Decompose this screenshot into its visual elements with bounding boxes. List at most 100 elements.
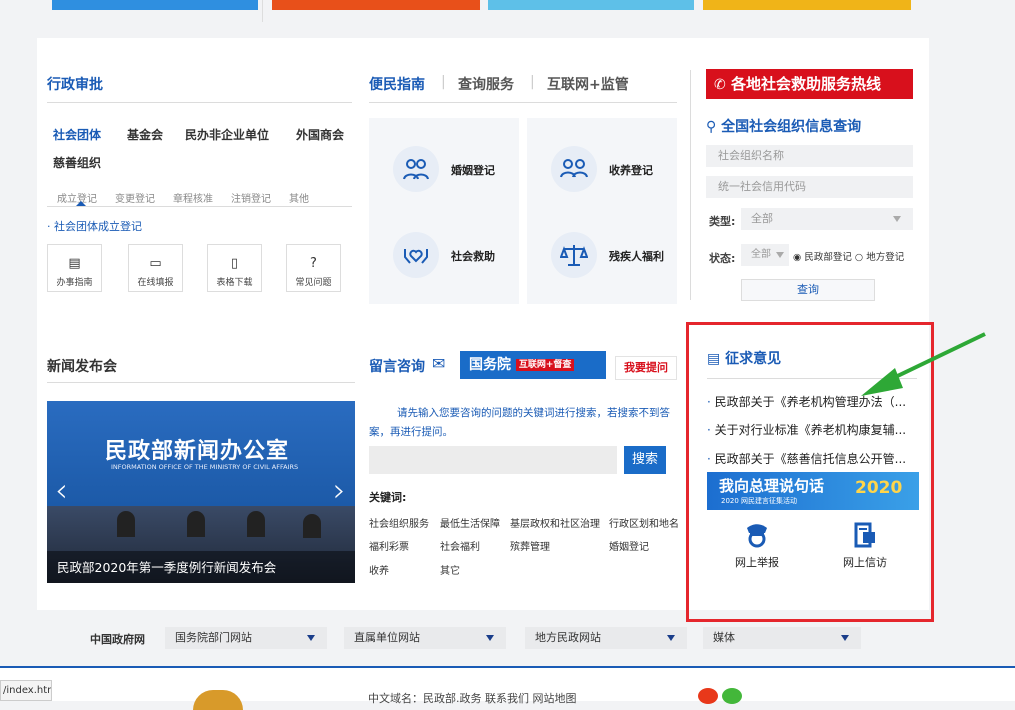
chevron-down-icon <box>841 635 849 641</box>
search-icon: ⚲ <box>706 119 717 135</box>
subtab-indicator <box>76 201 86 206</box>
consult-prompt: 请先输入您要咨询的问题的关键词进行搜索，若搜索不到答案，再进行提问。 <box>369 407 670 438</box>
credit-code-input[interactable]: 统一社会信用代码 <box>706 176 913 198</box>
chevron-down-icon <box>307 635 315 641</box>
status-select[interactable]: 全部 <box>741 244 789 266</box>
top-banner-3[interactable] <box>488 0 694 10</box>
divider <box>369 102 677 103</box>
dropdown-media[interactable]: 媒体 <box>703 627 861 649</box>
action-online-fill[interactable]: ▭ 在线填报 <box>128 244 183 292</box>
admin-title: 行政审批 <box>47 77 103 93</box>
status-url: /index.htm <box>0 680 52 701</box>
adoption-icon <box>551 146 597 192</box>
admin-link[interactable]: · 社会团体成立登记 <box>47 218 142 234</box>
person-figure <box>117 511 135 537</box>
tab-query-service[interactable]: 查询服务 <box>458 74 514 94</box>
radio-local[interactable]: ○ <box>855 252 863 263</box>
type-label: 类型: <box>709 215 736 228</box>
org-query-title: ⚲ 全国社会组织信息查询 <box>706 119 862 135</box>
ask-question-button[interactable]: 我要提问 <box>615 356 677 380</box>
divider <box>262 0 263 22</box>
keywords-label: 关键词: <box>369 491 407 504</box>
action-form-download[interactable]: ▯ 表格下载 <box>207 244 262 292</box>
subtab-cancel[interactable]: 注销登记 <box>231 190 271 205</box>
carousel-next-icon[interactable]: › <box>333 471 346 509</box>
service-disability-welfare[interactable]: 残疾人福利 <box>527 204 677 304</box>
question-icon: ? <box>310 256 317 271</box>
keyword-link[interactable]: 基层政权和社区治理 <box>510 515 600 530</box>
heart-hands-icon <box>393 232 439 278</box>
category-social-group[interactable]: 社会团体 <box>53 126 101 143</box>
arrow-annotation-icon <box>861 332 986 396</box>
press-photo[interactable]: 民政部新闻办公室 INFORMATION OFFICE OF THE MINIS… <box>47 401 355 583</box>
press-screen-title: 民政部新闻办公室 <box>105 439 290 464</box>
consult-search-input[interactable] <box>369 446 617 474</box>
divider <box>47 102 352 103</box>
subtab-other[interactable]: 其他 <box>289 190 309 205</box>
org-name-input[interactable]: 社会组织名称 <box>706 145 913 167</box>
keyword-link[interactable]: 行政区划和地名 <box>609 515 679 530</box>
wechat-icon[interactable] <box>722 688 742 704</box>
footer-links[interactable]: 中文域名：民政部.政务 联系我们 网站地图 <box>368 690 577 706</box>
tab-convenience-guide[interactable]: 便民指南 <box>369 74 425 94</box>
action-guide[interactable]: ▤ 办事指南 <box>47 244 102 292</box>
category-foundation[interactable]: 基金会 <box>127 126 163 143</box>
keyword-link[interactable]: 社会组织服务 <box>369 515 429 530</box>
divider <box>47 382 355 383</box>
keyword-link[interactable]: 社会福利 <box>440 538 480 553</box>
top-banner-4[interactable] <box>703 0 911 10</box>
service-social-relief[interactable]: 社会救助 <box>369 204 519 304</box>
gov-supervision-banner[interactable]: 国务院 互联网+督查 <box>460 351 606 379</box>
chevron-down-icon <box>486 635 494 641</box>
main-panel: 行政审批 社会团体 基金会 民办非企业单位 外国商会 慈善组织 成立登记 变更登… <box>37 38 934 646</box>
hotline-banner[interactable]: ✆ 各地社会救助服务热线 <box>706 69 913 99</box>
marriage-icon <box>393 146 439 192</box>
carousel-prev-icon[interactable]: ‹ <box>55 471 68 509</box>
keyword-link[interactable]: 其它 <box>440 562 460 577</box>
divider <box>690 70 691 300</box>
category-foreign-chamber[interactable]: 外国商会 <box>296 126 344 143</box>
download-icon: ▯ <box>230 256 239 271</box>
press-caption: 民政部2020年第一季度例行新闻发布会 <box>57 560 277 575</box>
monitor-icon: ▭ <box>149 256 162 271</box>
query-button[interactable]: 查询 <box>741 279 875 301</box>
type-select[interactable]: 全部 <box>741 208 913 230</box>
action-faq[interactable]: ? 常见问题 <box>286 244 341 292</box>
press-screen-subtitle: INFORMATION OFFICE OF THE MINISTRY OF CI… <box>111 463 299 471</box>
top-banner-1[interactable] <box>52 0 258 10</box>
consult-title: 留言咨询 <box>369 359 425 375</box>
status-label: 状态: <box>709 252 736 265</box>
dropdown-local-civil[interactable]: 地方民政网站 <box>525 627 687 649</box>
top-banner-strip <box>0 0 1015 38</box>
keyword-link[interactable]: 最低生活保障 <box>440 515 500 530</box>
mail-icon: ✉ <box>432 354 446 373</box>
keyword-link[interactable]: 婚姻登记 <box>609 538 649 553</box>
category-private-nonenterprise[interactable]: 民办非企业单位 <box>185 126 269 143</box>
phone-icon: ✆ <box>714 77 726 93</box>
tab-internet-supervision[interactable]: 互联网+监管 <box>547 74 629 94</box>
person-figure <box>187 511 205 537</box>
chevron-down-icon <box>776 252 784 258</box>
gov-site-label[interactable]: 中国政府网 <box>90 631 145 647</box>
scale-icon <box>551 232 597 278</box>
radio-ministry[interactable]: ◉ <box>793 252 801 263</box>
dropdown-direct-units[interactable]: 直属单位网站 <box>344 627 506 649</box>
divider: | <box>530 74 535 90</box>
subtab-charter[interactable]: 章程核准 <box>173 190 213 205</box>
keyword-link[interactable]: 收养 <box>369 562 389 577</box>
weibo-icon[interactable] <box>698 688 718 704</box>
dropdown-state-council[interactable]: 国务院部门网站 <box>165 627 327 649</box>
top-banner-2[interactable] <box>272 0 480 10</box>
keyword-link[interactable]: 殡葬管理 <box>510 538 550 553</box>
keyword-link[interactable]: 福利彩票 <box>369 538 409 553</box>
service-marriage[interactable]: 婚姻登记 <box>369 118 519 218</box>
chevron-down-icon <box>667 635 675 641</box>
person-figure <box>303 514 321 538</box>
service-adoption[interactable]: 收养登记 <box>527 118 677 218</box>
category-charity[interactable]: 慈善组织 <box>53 154 101 171</box>
status-radio-group: ◉ 民政部登记 ○ 地方登记 <box>793 252 905 263</box>
subtab-change[interactable]: 变更登记 <box>115 190 155 205</box>
search-button[interactable]: 搜索 <box>624 446 666 474</box>
divider <box>47 206 352 207</box>
chevron-down-icon <box>893 216 901 222</box>
